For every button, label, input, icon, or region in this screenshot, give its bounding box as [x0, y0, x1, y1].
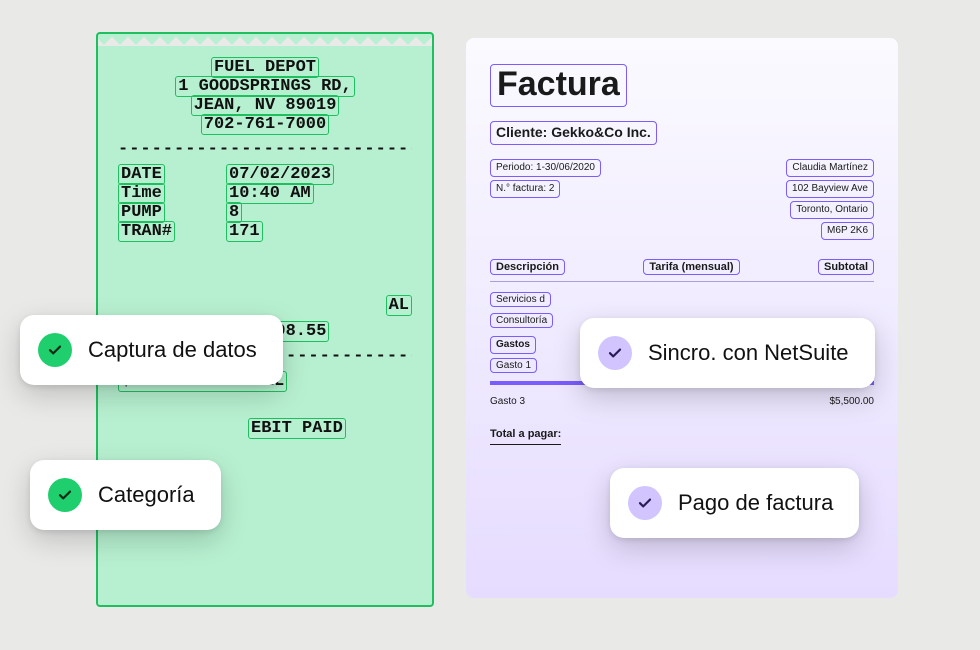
check-icon — [48, 478, 82, 512]
receipt-date-label: DATE — [118, 164, 165, 185]
receipt-tran-label: TRAN# — [118, 221, 175, 242]
receipt-pump-label: PUMP — [118, 202, 165, 223]
invoice-contact-name: Claudia Martínez — [786, 159, 874, 177]
receipt-addr2: JEAN, NV 89019 — [191, 95, 340, 116]
receipt-phone: 702-761-7000 — [201, 114, 329, 135]
invoice-gasto3-amount: $5,500.00 — [830, 395, 875, 408]
receipt-separator: ---------------------------- — [118, 140, 412, 159]
pill-label: Pago de factura — [678, 490, 833, 516]
pill-pago-de-factura[interactable]: Pago de factura — [610, 468, 859, 538]
invoice-line-consulting: Consultoría — [490, 313, 553, 328]
invoice-period: Periodo: 1-30/06/2020 — [490, 159, 601, 177]
invoice-contact-city: Toronto, Ontario — [790, 201, 874, 219]
invoice-column-headers: Descripción Tarifa (mensual) Subtotal — [490, 259, 874, 282]
receipt-debit-paid: EBIT PAID — [248, 418, 346, 439]
invoice-col-rate: Tarifa (mensual) — [643, 259, 739, 275]
pill-label: Captura de datos — [88, 337, 257, 363]
receipt-zigzag-edge — [96, 32, 434, 46]
invoice-section-gastos: Gastos — [490, 336, 536, 354]
invoice-total-label: Total a pagar: — [490, 428, 561, 445]
invoice-gasto3-label: Gasto 3 — [490, 395, 525, 408]
receipt-time-value: 10:40 AM — [226, 183, 314, 204]
invoice-contact-zip: M6P 2K6 — [821, 222, 874, 240]
invoice-number: N.° factura: 2 — [490, 180, 560, 198]
check-icon — [598, 336, 632, 370]
receipt-date-value: 07/02/2023 — [226, 164, 334, 185]
pill-categoria[interactable]: Categoría — [30, 460, 221, 530]
pill-sincro-netsuite[interactable]: Sincro. con NetSuite — [580, 318, 875, 388]
invoice-client: Cliente: Gekko&Co Inc. — [490, 121, 657, 145]
receipt-tran-value: 171 — [226, 221, 263, 242]
pill-label: Categoría — [98, 482, 195, 508]
invoice-line-services: Servicios d — [490, 292, 551, 307]
check-icon — [628, 486, 662, 520]
pill-label: Sincro. con NetSuite — [648, 340, 849, 366]
receipt-gal-fragment: AL — [386, 295, 412, 316]
invoice-col-description: Descripción — [490, 259, 565, 275]
invoice-contact-addr: 102 Bayview Ave — [786, 180, 874, 198]
invoice-gasto1-label: Gasto 1 — [490, 358, 537, 373]
invoice-col-subtotal: Subtotal — [818, 259, 874, 275]
check-icon — [38, 333, 72, 367]
invoice-title: Factura — [490, 64, 627, 107]
receipt-pump-value: 8 — [226, 202, 242, 223]
receipt-addr1: 1 GOODSPRINGS RD, — [175, 76, 354, 97]
receipt-time-label: Time — [118, 183, 165, 204]
pill-captura-de-datos[interactable]: Captura de datos — [20, 315, 283, 385]
receipt-store: FUEL DEPOT — [211, 57, 319, 78]
